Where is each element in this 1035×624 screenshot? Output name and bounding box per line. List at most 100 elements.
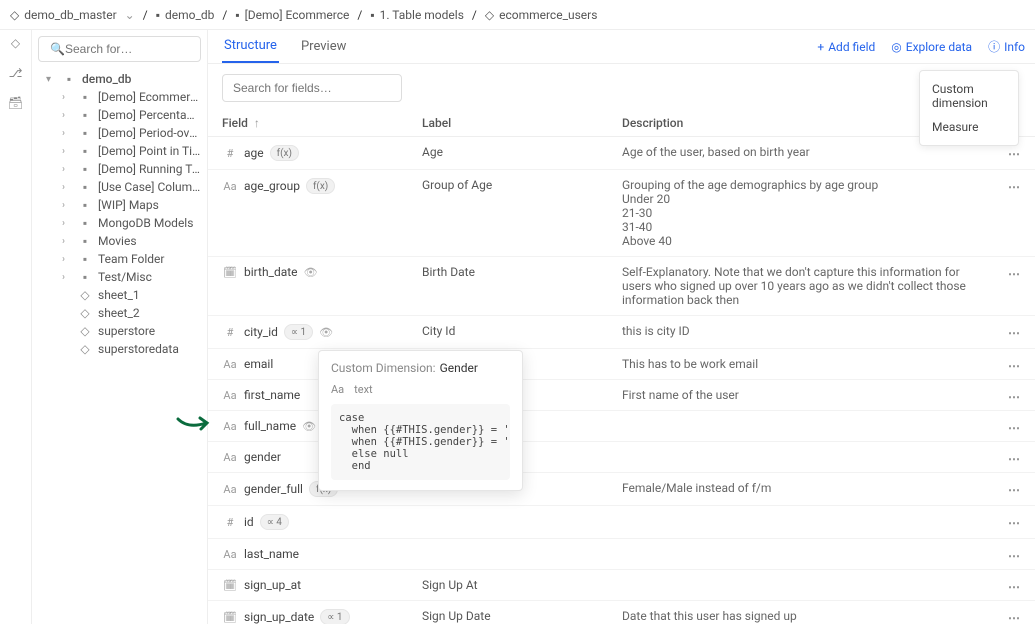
field-name: gender (244, 450, 281, 464)
code-block: case when {{#THIS.gender}} = 'f' then 'F… (331, 404, 510, 480)
info-button[interactable]: ⓘInfo (988, 38, 1025, 55)
field-label: Age (422, 145, 622, 159)
tabs-bar: Structure Preview +Add field ◎Explore da… (208, 30, 1035, 64)
crumb-item[interactable]: ▪[Demo] Ecommerce (235, 8, 349, 22)
crumb-item[interactable]: ▪demo_db (156, 8, 215, 22)
chevron-right-icon: › (62, 146, 72, 157)
more-icon[interactable]: ⋯ (1008, 516, 1021, 530)
tree-item[interactable]: ›▪[Demo] Running Total (62, 160, 207, 178)
tree-item[interactable]: ›▪MongoDB Models (62, 214, 207, 232)
tree-item[interactable]: ◇sheet_1 (62, 286, 207, 304)
folder-icon: ▪ (78, 108, 92, 122)
more-icon[interactable]: ⋯ (1008, 180, 1021, 194)
tree-item[interactable]: ◇superstore (62, 322, 207, 340)
tree-item-label: sheet_2 (98, 306, 201, 320)
tree-root[interactable]: ▾ ▪ demo_db (32, 70, 207, 88)
tree-item[interactable]: ›▪[Demo] Point in Time (62, 142, 207, 160)
menu-item-custom-dimension[interactable]: Custom dimension (920, 77, 1018, 115)
crumb-root[interactable]: ◇ demo_db_master ⌄ (10, 8, 135, 22)
database-icon[interactable]: 🗃 (8, 96, 23, 110)
table-row[interactable]: #agef(x)AgeAge of the user, based on bir… (208, 137, 1035, 170)
main-panel: Structure Preview +Add field ◎Explore da… (208, 30, 1035, 624)
tree-item-label: superstore (98, 324, 201, 338)
plus-icon: + (817, 40, 824, 54)
hidden-icon: 👁 (304, 266, 318, 279)
more-icon[interactable]: ⋯ (1008, 267, 1021, 281)
tree-item-label: Test/Misc (98, 270, 201, 284)
sort-icon[interactable]: ↑ (254, 116, 260, 130)
more-icon[interactable]: ⋯ (1008, 421, 1021, 435)
tree-item[interactable]: ◇superstoredata (62, 340, 207, 358)
field-description: This has to be work email (622, 357, 1021, 371)
cube-icon[interactable]: ◇ (11, 36, 20, 50)
hidden-icon: 👁 (319, 326, 333, 339)
type-icon: Aa (222, 483, 238, 496)
tree-item[interactable]: ›▪Movies (62, 232, 207, 250)
tree-item-label: [Demo] Running Total (98, 162, 201, 176)
field-label: Sign Up Date (422, 609, 622, 623)
tree-item[interactable]: ›▪[WIP] Maps (62, 196, 207, 214)
more-icon[interactable]: ⋯ (1008, 390, 1021, 404)
add-field-menu: Custom dimension Measure (919, 70, 1019, 146)
table-row[interactable]: 🗓sign_up_atSign Up At⋯ (208, 570, 1035, 601)
more-icon[interactable]: ⋯ (1008, 549, 1021, 563)
folder-icon: ▪ (78, 198, 92, 212)
tree-item-label: [Demo] Ecommerce (98, 90, 201, 104)
field-search-input[interactable] (222, 74, 402, 102)
more-icon[interactable]: ⋯ (1008, 147, 1021, 161)
tree-item-label: Team Folder (98, 252, 201, 266)
more-icon[interactable]: ⋯ (1008, 483, 1021, 497)
folder-icon: ▪ (78, 234, 92, 248)
type-icon: Aa (222, 180, 238, 193)
folder-icon: ▪ (235, 8, 239, 22)
tree-item-label: Movies (98, 234, 201, 248)
more-icon[interactable]: ⋯ (1008, 611, 1021, 624)
tree-item[interactable]: ›▪[Demo] Period-over-period (62, 124, 207, 142)
chevron-right-icon: › (62, 164, 72, 175)
field-name: age_group (244, 179, 300, 193)
chevron-down-icon: ⌄ (125, 8, 135, 22)
tab-structure[interactable]: Structure (222, 30, 279, 63)
relation-badge: ∝ 4 (260, 514, 289, 530)
chevron-right-icon: › (62, 218, 72, 229)
menu-item-measure[interactable]: Measure (920, 115, 1018, 139)
table-row[interactable]: Aalast_name⋯ (208, 539, 1035, 570)
explore-data-button[interactable]: ◎Explore data (891, 40, 972, 54)
field-detail-popover: Custom Dimension:Gender Aatext case when… (318, 350, 523, 491)
field-name: birth_date (244, 265, 298, 279)
field-name: id (244, 515, 254, 529)
add-field-button[interactable]: +Add field (817, 40, 875, 54)
more-icon[interactable]: ⋯ (1008, 580, 1021, 594)
field-name: sign_up_date (244, 610, 314, 624)
tree-item[interactable]: ›▪Team Folder (62, 250, 207, 268)
field-name: email (244, 357, 273, 371)
crumb-item[interactable]: ◇ecommerce_users (485, 8, 598, 22)
table-row[interactable]: Aaage_groupf(x)Group of AgeGrouping of t… (208, 170, 1035, 257)
tree-item-label: superstoredata (98, 342, 201, 356)
tab-preview[interactable]: Preview (299, 31, 348, 62)
table-header: Field↑ Label Description (208, 110, 1035, 137)
folder-icon: ▪ (78, 126, 92, 140)
more-icon[interactable]: ⋯ (1008, 452, 1021, 466)
branch-icon[interactable]: ⎇ (9, 66, 23, 80)
tree-item-label: [Demo] Percentage of Total (98, 108, 201, 122)
tree-item[interactable]: ›▪[Use Case] Column Access C… (62, 178, 207, 196)
tree-item-label: [Use Case] Column Access C… (98, 180, 201, 194)
field-label: City Id (422, 324, 622, 338)
folder-icon: ▪ (78, 90, 92, 104)
crumb-item[interactable]: ▪1. Table models (370, 8, 464, 22)
tree-item[interactable]: ›▪[Demo] Percentage of Total (62, 106, 207, 124)
more-icon[interactable]: ⋯ (1008, 326, 1021, 340)
more-icon[interactable]: ⋯ (1008, 359, 1021, 373)
cube-icon: ◇ (78, 288, 92, 302)
field-description: Date that this user has signed up (622, 609, 1021, 623)
type-icon: Aa (222, 420, 238, 433)
tree-item[interactable]: ›▪[Demo] Ecommerce (62, 88, 207, 106)
table-row[interactable]: #city_id∝ 1👁City Idthis is city ID⋯ (208, 316, 1035, 349)
table-row[interactable]: 🗓birth_date👁Birth DateSelf-Explanatory. … (208, 257, 1035, 316)
table-row[interactable]: #id∝ 4⋯ (208, 506, 1035, 539)
chevron-down-icon: ▾ (46, 74, 56, 85)
tree-item[interactable]: ◇sheet_2 (62, 304, 207, 322)
table-row[interactable]: 🗓sign_up_date∝ 1Sign Up DateDate that th… (208, 601, 1035, 624)
tree-item[interactable]: ›▪Test/Misc (62, 268, 207, 286)
